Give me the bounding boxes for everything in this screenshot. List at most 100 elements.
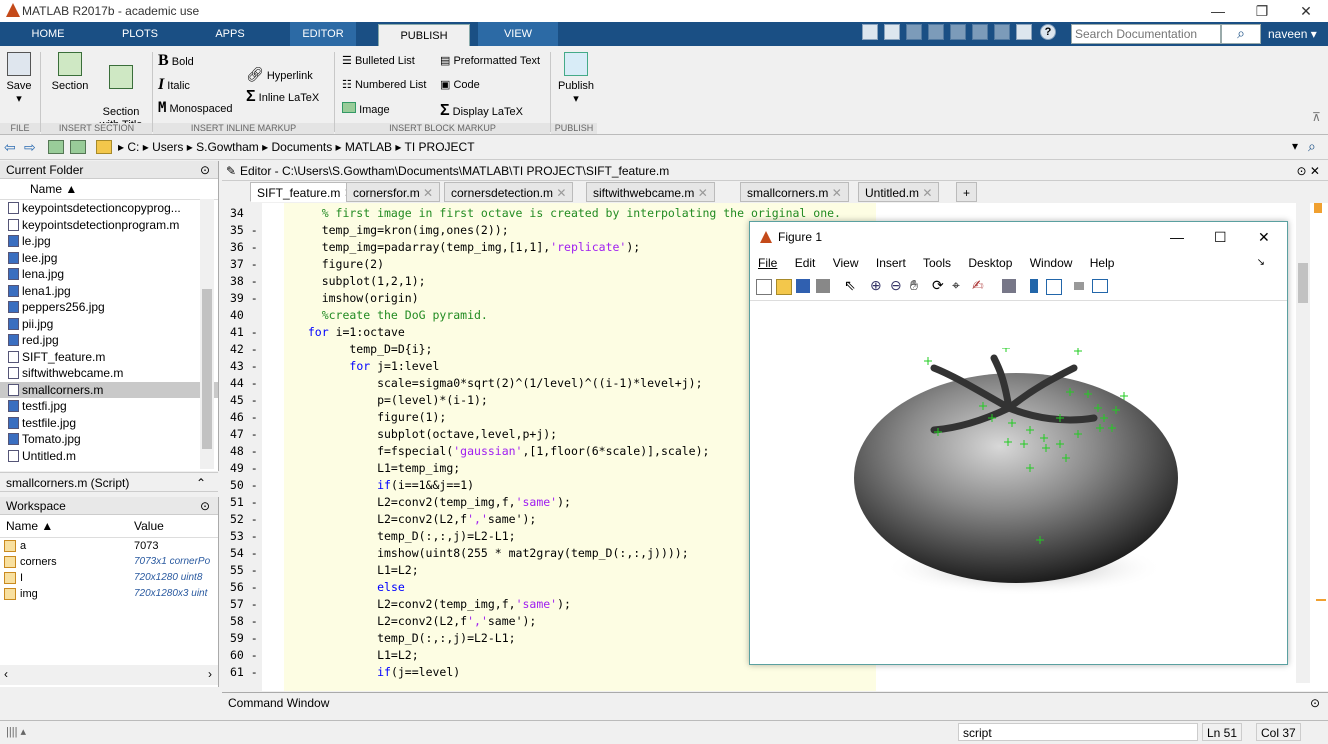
numbered-list-button[interactable]: ☷ Numbered List (342, 78, 426, 91)
italic-button[interactable]: I Italic (158, 76, 190, 94)
menu-tools[interactable]: Tools (923, 256, 951, 270)
menu-edit[interactable]: Edit (795, 256, 816, 270)
workspace-row[interactable]: img 720x1280x3 uint (0, 586, 218, 602)
search-documentation-input[interactable] (1071, 24, 1221, 44)
editor-scrollbar[interactable] (1296, 203, 1310, 683)
file-item[interactable]: siftwithwebcame.m (0, 365, 218, 382)
minimize-button[interactable]: — (1196, 0, 1240, 22)
undo-icon[interactable] (972, 24, 988, 40)
bold-button[interactable]: B Bold (158, 52, 194, 70)
zoom-in-icon[interactable]: ⊕ (870, 277, 882, 294)
new-tab-button[interactable]: + (956, 182, 978, 202)
tab-home[interactable]: HOME (18, 22, 78, 46)
code-line[interactable]: scale=sigma0*sqrt(2)^(1/level)^((i-1)*le… (294, 375, 702, 392)
code-line[interactable]: temp_D(:,:,j)=L2-L1; (294, 528, 515, 545)
inline-latex-button[interactable]: Σ Inline LaTeX (246, 88, 319, 106)
file-item[interactable]: SIFT_feature.m (0, 349, 218, 366)
help-icon[interactable]: ? (1040, 24, 1056, 40)
name-header[interactable]: Name ▲ (6, 515, 53, 537)
cut-icon[interactable] (906, 24, 922, 40)
tab-editor[interactable]: EDITOR (290, 22, 356, 46)
figure-minimize-button[interactable]: — (1170, 222, 1184, 252)
code-line[interactable]: %create the DoG pyramid. (294, 307, 488, 324)
file-item[interactable]: testfi.jpg (0, 398, 218, 415)
details-bar[interactable]: smallcorners.m (Script) ⌃ (0, 472, 218, 492)
editor-tab[interactable]: siftwithwebcame.m ✕ (586, 182, 715, 202)
save-figure-icon[interactable] (796, 279, 810, 293)
figure-close-button[interactable]: ✕ (1258, 222, 1270, 252)
command-window[interactable]: Command Window ⊙ (222, 692, 1328, 717)
legend-icon[interactable] (1046, 279, 1062, 295)
paste-icon[interactable] (950, 24, 966, 40)
copy-icon[interactable] (928, 24, 944, 40)
file-item[interactable]: lee.jpg (0, 250, 218, 267)
switch-windows-icon[interactable] (1016, 24, 1032, 40)
file-item[interactable]: peppers256.jpg (0, 299, 218, 316)
redo-icon[interactable] (994, 24, 1010, 40)
code-line[interactable]: L2=conv2(L2,f','same'); (294, 511, 536, 528)
code-line[interactable]: % first image in first octave is created… (294, 205, 841, 222)
figure-axes[interactable] (794, 344, 1240, 600)
folder-search-icon[interactable]: ⌕ (1308, 138, 1316, 155)
save-button[interactable]: Save ▾ (4, 52, 34, 105)
crumb-project[interactable]: TI PROJECT (405, 140, 475, 154)
tab-publish[interactable]: PUBLISH (378, 24, 470, 47)
editor-tab[interactable]: Untitled.m ✕ (858, 182, 940, 202)
code-line[interactable]: temp_img=kron(img,ones(2)); (294, 222, 509, 239)
new-figure-icon[interactable] (756, 279, 772, 295)
zoom-out-icon[interactable]: ⊖ (890, 277, 902, 294)
editor-tab[interactable]: cornersdetection.m ✕ (444, 182, 574, 202)
image-button[interactable]: Image (342, 102, 390, 116)
menu-file[interactable]: File (758, 256, 777, 270)
close-tab-icon[interactable]: ✕ (420, 186, 433, 200)
editor-menu-icon[interactable]: ⊙ ✕ (1297, 161, 1320, 181)
search-icon[interactable]: ⌕ (1221, 24, 1261, 44)
code-line[interactable]: f=fspecial('gaussian',[1,floor(6*scale)]… (294, 443, 709, 460)
address-dropdown-icon[interactable]: ▾ (1292, 139, 1298, 153)
pan-icon[interactable]: ✋︎ (910, 277, 918, 294)
hide-plot-tools-icon[interactable] (1074, 282, 1084, 290)
file-item[interactable]: keypointsdetectionprogram.m (0, 217, 218, 234)
menu-help[interactable]: Help (1090, 256, 1115, 270)
colorbar-icon[interactable] (1030, 279, 1038, 293)
pointer-icon[interactable]: ⇖ (844, 277, 856, 294)
file-item[interactable]: pii.jpg (0, 316, 218, 333)
value-header[interactable]: Value (134, 515, 164, 537)
code-line[interactable]: if(i==1&&j==1) (294, 477, 474, 494)
file-item[interactable]: keypointsdetectioncopyprog... (0, 200, 218, 217)
menu-insert[interactable]: Insert (876, 256, 906, 270)
workspace-row[interactable]: a 7073 (0, 538, 218, 554)
file-item[interactable]: lena1.jpg (0, 283, 218, 300)
restore-button[interactable]: ❐ (1240, 0, 1284, 22)
data-cursor-icon[interactable]: ⌖ (952, 277, 960, 294)
close-tab-icon[interactable]: ✕ (919, 186, 932, 200)
scrollbar[interactable] (200, 199, 214, 469)
code-line[interactable]: temp_img=padarray(temp_img,[1,1],'replic… (294, 239, 641, 256)
crumb-documents[interactable]: Documents (272, 140, 333, 154)
code-line[interactable]: L1=L2; (294, 562, 419, 579)
workspace-row[interactable]: corners 7073x1 cornerPo (0, 554, 218, 570)
command-window-menu-icon[interactable]: ⊙ (1310, 696, 1320, 710)
save-quick-icon[interactable] (884, 24, 900, 40)
browse-folder-icon[interactable] (70, 140, 86, 154)
file-item[interactable]: red.jpg (0, 332, 218, 349)
back-icon[interactable]: ⇦ (4, 139, 16, 156)
editor-tab[interactable]: cornersfor.m ✕ (346, 182, 441, 202)
code-line[interactable]: imshow(uint8(255 * mat2gray(temp_D(:,:,j… (294, 545, 689, 562)
warning-marker[interactable] (1316, 599, 1326, 601)
code-line[interactable]: figure(2) (294, 256, 384, 273)
code-line[interactable]: figure(1); (294, 409, 446, 426)
code-line[interactable]: L1=L2; (294, 647, 419, 664)
quick-access-icon[interactable] (862, 24, 878, 40)
code-line[interactable]: subplot(1,2,1); (294, 273, 426, 290)
insert-section-button[interactable]: Section (48, 52, 92, 92)
monospaced-button[interactable]: M Monospaced (158, 100, 233, 116)
panel-menu-icon[interactable]: ⊙ (200, 161, 210, 179)
tab-view[interactable]: VIEW (478, 22, 558, 46)
code-line[interactable]: subplot(octave,level,p+j); (294, 426, 557, 443)
code-line[interactable]: L2=conv2(temp_img,f,'same'); (294, 596, 571, 613)
preformatted-text-button[interactable]: ▤ Preformatted Text (440, 54, 540, 67)
code-line[interactable]: L1=temp_img; (294, 460, 460, 477)
tab-plots[interactable]: PLOTS (110, 22, 170, 46)
open-file-icon[interactable] (776, 279, 792, 295)
